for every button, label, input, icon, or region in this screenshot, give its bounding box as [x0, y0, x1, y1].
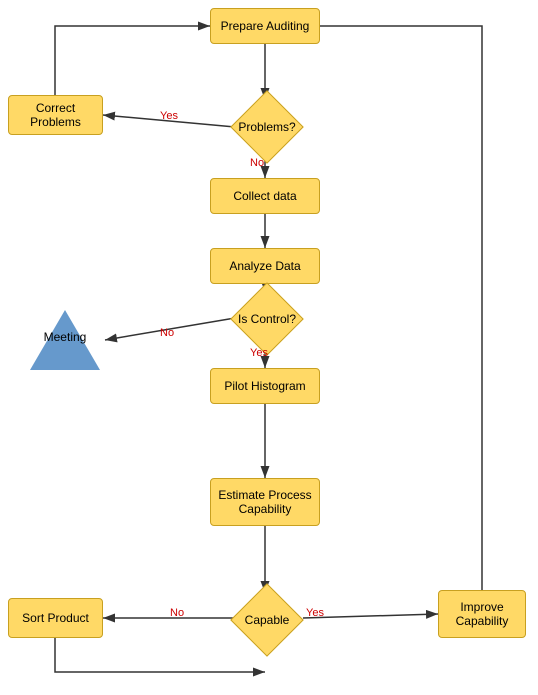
problems-diamond: Problems? [229, 100, 305, 154]
is-control-diamond: Is Control? [229, 292, 305, 346]
yes-control-label: Yes [250, 347, 268, 359]
pilot-histogram-box: Pilot Histogram [210, 368, 320, 404]
estimate-process-box: Estimate Process Capability [210, 478, 320, 526]
analyze-data-box: Analyze Data [210, 248, 320, 284]
no-capable-label: No [170, 607, 184, 619]
sort-product-box: Sort Product [8, 598, 103, 638]
collect-data-box: Collect data [210, 178, 320, 214]
no-control-label: No [160, 327, 174, 339]
no-problems-label: No [250, 157, 264, 169]
yes-problems-label: Yes [160, 110, 178, 122]
flowchart: Prepare Auditing Correct Problems Proble… [0, 0, 538, 695]
prepare-auditing-box: Prepare Auditing [210, 8, 320, 44]
improve-capability-box: Improve Capability [438, 590, 526, 638]
correct-problems-box: Correct Problems [8, 95, 103, 135]
capable-diamond: Capable [229, 593, 305, 647]
yes-capable-label: Yes [306, 607, 324, 619]
